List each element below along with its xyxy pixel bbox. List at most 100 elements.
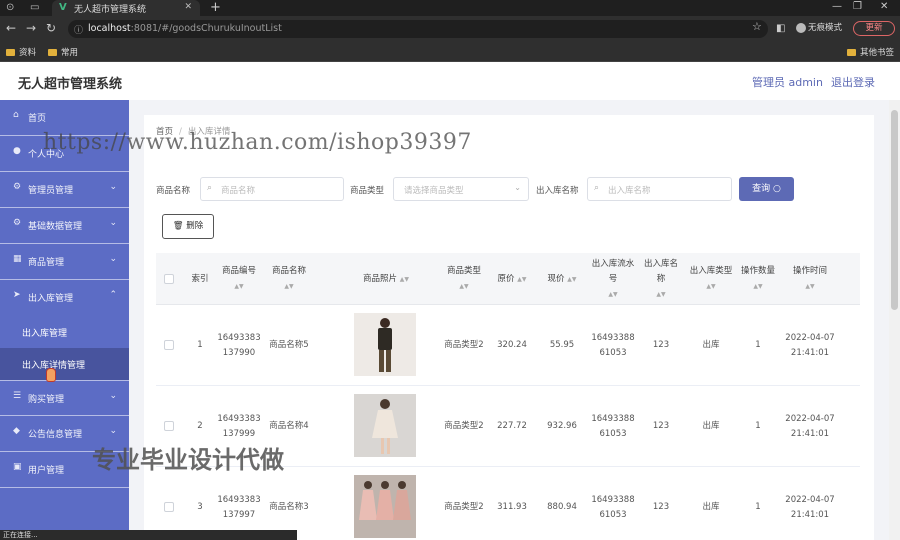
cell-inout-name: 123 — [652, 502, 670, 512]
sort-icon[interactable]: ▲▼ — [608, 287, 617, 302]
watermark-text: 专业毕业设计代做 — [92, 446, 284, 474]
sidebar-subitem-inout-detail[interactable]: 出入库详情管理 — [0, 348, 129, 380]
product-photo[interactable] — [354, 394, 416, 457]
col-type[interactable]: 商品类型 ▲▼ — [441, 253, 487, 305]
browser-tab[interactable]: V 无人超市管理系统 ✕ — [52, 0, 200, 16]
sort-icon[interactable]: ▲▼ — [517, 276, 526, 283]
col-label: 原价 — [497, 273, 515, 284]
sidebar-item-admin[interactable]: ⚙ 管理员管理 ⌄ — [0, 172, 129, 208]
tab-search-icon[interactable]: ▭ — [30, 2, 39, 14]
col-inout-type[interactable]: 出入库类型 ▲▼ — [689, 253, 733, 305]
scrollbar-thumb[interactable] — [891, 110, 898, 310]
scrollbar[interactable] — [889, 100, 900, 540]
col-label: 操作时间 — [792, 266, 827, 276]
sidebar-item-label: 用户管理 — [28, 466, 65, 476]
forward-icon[interactable]: → — [26, 21, 36, 35]
content-panel: 首页 / 出入库详情 商品名称 ⌕ 商品名称 商品类型 请选择商品类型 ⌄ 出入库名… — [144, 115, 874, 540]
cell-code: 16493383137990 — [217, 332, 261, 358]
bookmark-star-icon[interactable]: ☆ — [752, 20, 762, 33]
goods-name-label: 商品名称 — [156, 186, 191, 196]
col-label: 出入库类型 — [689, 266, 733, 276]
col-index[interactable]: 索引 — [186, 253, 214, 305]
cell-index: 1 — [197, 340, 203, 350]
col-time[interactable]: 操作时间 ▲▼ — [786, 253, 834, 305]
col-name[interactable]: 商品名称 ▲▼ — [266, 253, 312, 305]
query-label: 查询 — [752, 184, 771, 194]
cell-type: 商品类型2 — [444, 340, 484, 350]
update-button[interactable]: 更新 — [853, 21, 895, 36]
col-inout-name[interactable]: 出入库名称 ▲▼ — [641, 253, 681, 305]
sort-icon[interactable]: ▲▼ — [753, 279, 762, 294]
chevron-down-icon: ⌄ — [514, 183, 521, 192]
sidebar-subitem-inout-list[interactable]: 出入库管理 — [0, 316, 129, 348]
app-header: 无人超市管理系统 管理员 admin 退出登录 — [0, 62, 900, 100]
col-code[interactable]: 商品编号 ▲▼ — [216, 253, 262, 305]
col-label: 商品照片 — [363, 273, 398, 284]
row-checkbox[interactable] — [164, 421, 174, 431]
sort-icon[interactable]: ▲▼ — [567, 276, 576, 283]
status-bar: 正在连接... — [0, 530, 297, 540]
incognito-indicator[interactable]: 无痕模式 — [796, 21, 842, 33]
col-now-price[interactable]: 现价 ▲▼ — [542, 253, 582, 305]
sidebar-item-purchase[interactable]: ☰ 购买管理 ⌄ — [0, 380, 129, 416]
url-input[interactable]: ⓘ localhost:8081/#/goodsChurukuInoutList — [68, 20, 768, 38]
cell-inout-name: 123 — [652, 340, 670, 350]
back-icon[interactable]: ← — [6, 21, 16, 35]
window-close-icon[interactable]: ✕ — [880, 1, 888, 12]
sort-icon[interactable]: ▲▼ — [234, 279, 243, 294]
table-row[interactable]: 1 16493383137990 商品名称5 商品类型2 320.24 55.9… — [156, 305, 860, 386]
cell-inout-type: 出库 — [702, 421, 720, 431]
cell-serial: 1649338861053 — [591, 413, 635, 439]
search-icon: ⌕ — [594, 183, 600, 193]
row-checkbox[interactable] — [164, 502, 174, 512]
sidebar-item-basedata[interactable]: ⚙ 基础数据管理 ⌄ — [0, 208, 129, 244]
col-photo[interactable]: 商品照片 ▲▼ — [321, 253, 451, 305]
mouse-cursor-icon — [46, 368, 56, 382]
query-button[interactable]: 查询 ○ — [739, 177, 794, 201]
sort-icon[interactable]: ▲▼ — [706, 279, 715, 294]
product-photo[interactable] — [354, 475, 416, 538]
info-icon[interactable]: ⓘ — [74, 23, 83, 36]
search-icon: ○ — [773, 184, 781, 194]
goods-type-select[interactable]: 请选择商品类型 ⌄ — [393, 177, 529, 201]
admin-user-link[interactable]: 管理员 admin — [752, 74, 823, 90]
col-serial[interactable]: 出入库流水号 ▲▼ — [589, 253, 637, 305]
sort-icon[interactable]: ▲▼ — [656, 287, 665, 302]
goods-name-input[interactable]: ⌕ 商品名称 — [200, 177, 344, 201]
logout-link[interactable]: 退出登录 — [831, 74, 875, 90]
delete-button[interactable]: 🗑 删除 — [162, 214, 214, 239]
sidebar-item-goods[interactable]: ▦ 商品管理 ⌄ — [0, 244, 129, 280]
cell-inout-type: 出库 — [702, 340, 720, 350]
cell-orig-price: 311.93 — [497, 502, 527, 512]
reload-icon[interactable]: ↻ — [46, 21, 56, 35]
sort-icon[interactable]: ▲▼ — [284, 279, 293, 294]
minimize-icon[interactable]: — — [832, 1, 842, 12]
bell-icon: ◆ — [13, 426, 20, 436]
browser-logo-icon[interactable]: ⊙ — [6, 2, 14, 14]
new-tab-button[interactable]: + — [210, 0, 221, 15]
col-qty[interactable]: 操作数量 ▲▼ — [738, 253, 778, 305]
row-checkbox[interactable] — [164, 340, 174, 350]
sort-icon[interactable]: ▲▼ — [459, 279, 468, 294]
col-label: 商品名称 — [271, 266, 306, 276]
bookmark-folder-常用[interactable]: 常用 — [48, 46, 78, 58]
inout-name-input[interactable]: ⌕ 出入库名称 — [587, 177, 732, 201]
restore-icon[interactable]: ❐ — [853, 1, 862, 12]
sidebar-item-inout[interactable]: ➤ 出入库管理 ⌃ — [0, 280, 129, 316]
select-all-checkbox[interactable] — [164, 274, 174, 284]
col-orig-price[interactable]: 原价 ▲▼ — [492, 253, 532, 305]
address-bar: ← → ↻ ⓘ localhost:8081/#/goodsChurukuIno… — [0, 16, 900, 42]
list-icon: ☰ — [13, 391, 22, 401]
product-photo[interactable] — [354, 313, 416, 376]
sort-icon[interactable]: ▲▼ — [805, 279, 814, 294]
bookmark-folder-资料[interactable]: 资料 — [6, 46, 36, 58]
tab-close-icon[interactable]: ✕ — [184, 2, 192, 12]
other-bookmarks[interactable]: 其他书签 — [847, 46, 894, 58]
sidepanel-icon[interactable]: ◧ — [776, 22, 785, 36]
folder-icon — [48, 49, 57, 56]
chevron-down-icon: ⌄ — [109, 182, 117, 192]
bookmark-label: 资料 — [19, 48, 37, 58]
sidebar-item-label: 首页 — [28, 114, 47, 124]
sort-icon[interactable]: ▲▼ — [400, 276, 409, 283]
cell-orig-price: 227.72 — [497, 421, 527, 431]
